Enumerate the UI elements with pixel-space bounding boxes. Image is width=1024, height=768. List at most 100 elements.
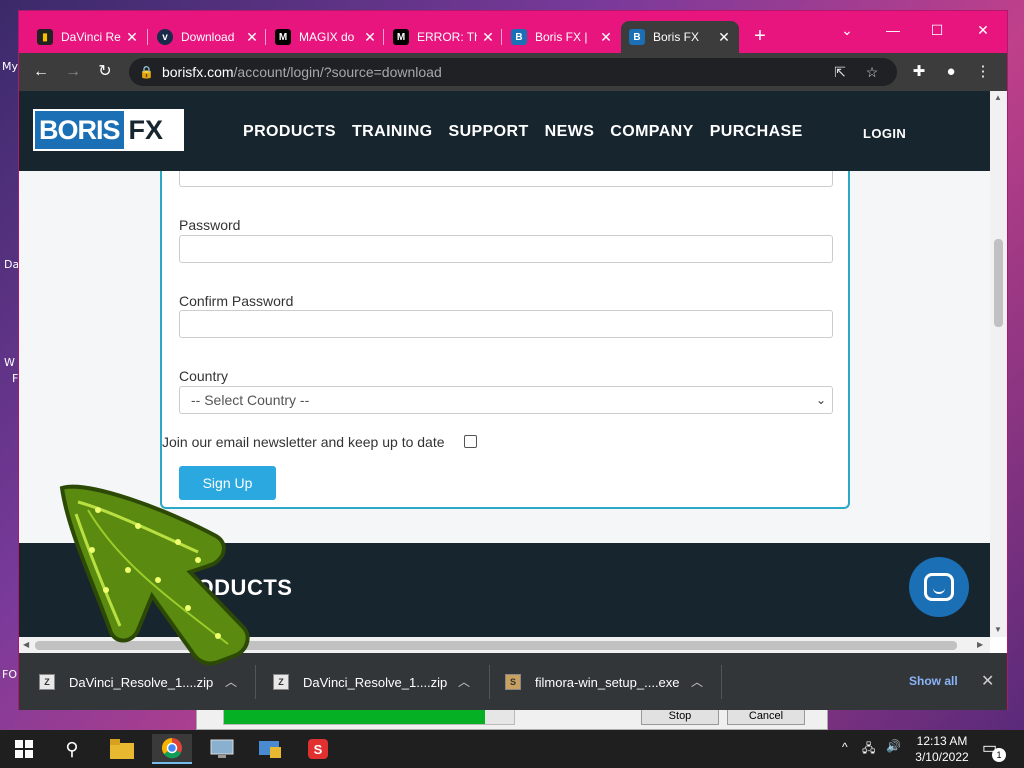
menu-icon[interactable]: ⋮ xyxy=(973,62,993,82)
desktop-label: FO xyxy=(2,668,17,681)
tab-title: ERROR: Th xyxy=(417,30,477,44)
password-input[interactable] xyxy=(179,235,833,263)
tab-error[interactable]: M ERROR: Th ✕ xyxy=(385,21,503,53)
close-icon[interactable]: ✕ xyxy=(125,29,139,46)
network-icon[interactable]: 🖧 xyxy=(862,739,875,760)
chat-launcher-button[interactable] xyxy=(909,557,969,617)
borisfx-logo[interactable]: BORIS FX xyxy=(33,109,184,151)
tab-separator xyxy=(147,29,148,45)
close-icon[interactable]: ✕ xyxy=(481,29,495,46)
password-label: Password xyxy=(179,217,241,233)
clock-time: 12:13 AM xyxy=(916,734,968,748)
borisfx-icon: B xyxy=(511,29,527,45)
volume-icon[interactable]: 🔊 xyxy=(886,739,901,753)
magix-icon: M xyxy=(393,29,409,45)
show-all-downloads-link[interactable]: Show all xyxy=(909,674,958,688)
tab-download[interactable]: v Download ✕ xyxy=(149,21,267,53)
download-item[interactable]: S filmora-win_setup_....exe xyxy=(505,661,680,703)
logo-text-boris: BORIS xyxy=(35,111,124,149)
scroll-down-icon[interactable]: ▼ xyxy=(994,625,1002,634)
close-icon[interactable]: ✕ xyxy=(717,29,731,46)
chevron-down-icon: ⌄ xyxy=(815,393,826,407)
nav-purchase[interactable]: PURCHASE xyxy=(710,123,803,141)
scroll-up-icon[interactable]: ▲ xyxy=(994,93,1002,102)
search-icon[interactable]: ⚲ xyxy=(52,734,92,764)
exe-file-icon: S xyxy=(505,674,521,690)
nav-training[interactable]: TRAINING xyxy=(352,123,433,141)
country-selected-value: -- Select Country -- xyxy=(191,392,310,408)
tab-separator xyxy=(501,29,502,45)
system-monitor-icon[interactable] xyxy=(202,734,242,764)
desktop-label: Da xyxy=(4,258,20,271)
clock-date: 3/10/2022 xyxy=(915,750,969,764)
progress-fill xyxy=(224,710,485,724)
tab-title: MAGIX do xyxy=(299,30,355,44)
country-select[interactable]: -- Select Country -- ⌄ xyxy=(179,386,833,414)
chrome-icon[interactable] xyxy=(152,734,192,764)
newsletter-label: Join our email newsletter and keep up to… xyxy=(162,434,445,450)
forward-icon[interactable]: → xyxy=(63,62,83,82)
tab-search-chevron-icon[interactable]: ⌄ xyxy=(827,17,867,43)
app-s-icon[interactable]: S xyxy=(298,734,338,764)
close-icon[interactable]: ✕ xyxy=(363,29,377,46)
nav-support[interactable]: SUPPORT xyxy=(449,123,529,141)
start-button[interactable] xyxy=(4,734,44,764)
browser-toolbar: ← → ↻ 🔒 borisfx.com /account/login/?sour… xyxy=(19,53,1007,91)
chevron-up-icon[interactable]: ︿ xyxy=(691,673,703,690)
country-label: Country xyxy=(179,368,229,384)
tab-borisfx-1[interactable]: B Boris FX | ✕ xyxy=(503,21,621,53)
address-bar[interactable]: 🔒 borisfx.com /account/login/?source=dow… xyxy=(129,58,897,86)
tab-davinci[interactable]: ▮ DaVinci Re ✕ xyxy=(29,21,147,53)
control-panel-icon[interactable] xyxy=(250,734,290,764)
minimize-icon[interactable]: — xyxy=(873,17,913,43)
scroll-left-icon[interactable]: ◀ xyxy=(23,640,29,649)
vertical-scrollbar[interactable]: ▲ ▼ xyxy=(990,91,1007,637)
progress-bar xyxy=(223,709,515,725)
url-host: borisfx.com xyxy=(161,64,234,80)
tab-strip: ▮ DaVinci Re ✕ v Download ✕ M MAGIX do ✕… xyxy=(19,11,1007,53)
windows-taskbar: ⚲ S ^ 🖧 🔊 12:13 AM 3/10/2022 ▭ 1 xyxy=(0,730,1024,768)
reload-icon[interactable]: ↻ xyxy=(95,62,115,82)
close-icon[interactable]: ✕ xyxy=(245,29,259,46)
download-filename: DaVinci_Resolve_1....zip xyxy=(303,674,448,690)
magix-icon: M xyxy=(275,29,291,45)
file-explorer-icon[interactable] xyxy=(102,734,142,764)
vertical-scroll-thumb[interactable] xyxy=(994,239,1003,327)
scroll-right-icon[interactable]: ▶ xyxy=(977,640,983,649)
window-close-icon[interactable]: ✕ xyxy=(963,17,1003,43)
site-header: BORIS FX PRODUCTS TRAINING SUPPORT NEWS … xyxy=(19,91,990,171)
svg-text:S: S xyxy=(314,742,323,757)
tab-title: Boris FX | xyxy=(535,30,588,44)
lock-icon: 🔒 xyxy=(139,65,154,79)
cactus-cursor-icon xyxy=(59,484,250,666)
tab-magix[interactable]: M MAGIX do ✕ xyxy=(267,21,385,53)
back-icon[interactable]: ← xyxy=(31,62,51,82)
close-icon[interactable]: ✕ xyxy=(599,29,613,46)
new-tab-icon[interactable]: + xyxy=(749,25,771,47)
tab-separator xyxy=(265,29,266,45)
extensions-icon[interactable]: ✚ xyxy=(909,62,929,82)
download-separator xyxy=(721,665,722,699)
newsletter-checkbox[interactable] xyxy=(464,435,477,448)
bookmark-star-icon[interactable]: ☆ xyxy=(863,63,881,81)
share-icon[interactable]: ⇱ xyxy=(831,63,849,81)
nav-products[interactable]: PRODUCTS xyxy=(243,123,336,141)
download-item[interactable]: Z DaVinci_Resolve_1....zip xyxy=(273,661,447,703)
taskbar-clock[interactable]: 12:13 AM 3/10/2022 xyxy=(910,733,974,765)
tab-title: Boris FX xyxy=(653,30,700,44)
login-link[interactable]: LOGIN xyxy=(863,126,906,141)
desktop-label: W xyxy=(4,356,15,369)
confirm-password-input[interactable] xyxy=(179,310,833,338)
vimeo-icon: v xyxy=(157,29,173,45)
profile-icon[interactable]: ● xyxy=(941,62,961,82)
nav-news[interactable]: NEWS xyxy=(545,123,595,141)
chevron-up-icon[interactable]: ︿ xyxy=(458,673,470,690)
chevron-up-icon[interactable]: ^ xyxy=(842,740,848,754)
tab-borisfx-active[interactable]: B Boris FX ✕ xyxy=(621,21,739,53)
close-icon[interactable]: ✕ xyxy=(981,671,994,691)
maximize-icon[interactable]: ☐ xyxy=(917,17,957,43)
nav-company[interactable]: COMPANY xyxy=(610,123,693,141)
logo-text-fx: FX xyxy=(128,115,164,145)
download-filename: filmora-win_setup_....exe xyxy=(535,674,680,690)
previous-input-field[interactable] xyxy=(179,171,833,187)
